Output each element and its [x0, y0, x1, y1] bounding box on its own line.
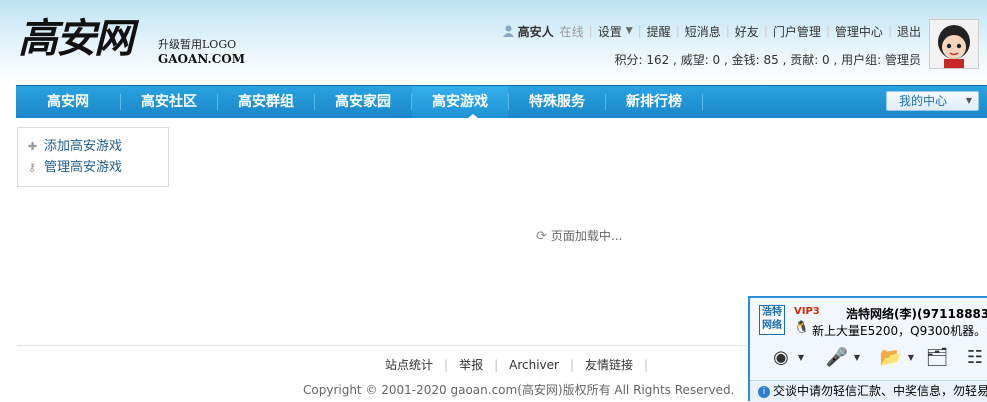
user-bar: 高安人 在线 | 设置 ▼ | 提醒 | 短消息 | 好友 | 门户管理 | 管…: [502, 22, 921, 40]
active-tab-indicator: [468, 114, 478, 118]
nav-divider: [702, 94, 703, 110]
footer-link-report[interactable]: 举报: [459, 356, 483, 373]
chevron-down-icon[interactable]: ▼: [626, 26, 633, 36]
video-call-icon[interactable]: ◉ ▼: [766, 346, 804, 370]
footer-link-friend-links[interactable]: 友情链接: [585, 356, 633, 373]
separator: |: [675, 24, 680, 38]
separator: |: [725, 24, 730, 38]
avatar-cartoon-icon: [930, 20, 978, 68]
footer-links: 站点统计 | 举报 | Archiver | 友情链接 |: [385, 356, 659, 373]
footer-link-stats[interactable]: 站点统计: [385, 356, 433, 373]
online-status[interactable]: 在线: [560, 23, 584, 40]
separator: |: [494, 357, 499, 372]
sidebar-item-label: 管理高安游戏: [44, 160, 123, 175]
logo-main-text: 高安网: [18, 15, 134, 62]
qq-chat-popup[interactable]: 浩特网络 VIP3 浩特网络(李)(97118883) 🐧 新上大量E5200，…: [748, 296, 987, 402]
chevron-down-icon[interactable]: ▼: [908, 346, 914, 370]
separator: |: [588, 24, 593, 38]
add-app-icon[interactable]: ☷: [960, 346, 987, 370]
separator: |: [763, 24, 768, 38]
main-nav: 高安网 高安社区 高安群组 高安家园 高安游戏 特殊服务 新排行榜: [16, 85, 987, 118]
separator: |: [644, 357, 649, 372]
footer-divider: [17, 345, 747, 346]
nav-item-rankings[interactable]: 新排行榜: [606, 86, 702, 118]
settings-link[interactable]: 设置: [598, 23, 622, 40]
my-center-dropdown[interactable]: 我的中心 ▼: [886, 91, 979, 111]
separator: |: [637, 24, 642, 38]
friends-link[interactable]: 好友: [735, 23, 759, 40]
chevron-down-icon[interactable]: ▼: [854, 346, 860, 370]
copyright-text: Copyright © 2001-2020 gaoan.com(高安网)版权所有…: [303, 383, 735, 397]
user-stats: 积分: 162 , 威望: 0 , 金钱: 85 , 贡献: 0 , 用户组: …: [614, 53, 921, 67]
key-icon: ⚷: [28, 161, 37, 174]
safety-notice: i 交谈中请勿轻信汇款、中奖信息，勿轻易: [750, 380, 987, 402]
sidebar-item-manage-games[interactable]: ⚷ 管理高安游戏: [28, 158, 122, 178]
portal-admin-link[interactable]: 门户管理: [773, 23, 821, 40]
nav-item-home-space[interactable]: 高安家园: [315, 86, 411, 118]
chevron-down-icon[interactable]: ▼: [798, 346, 804, 370]
username-link[interactable]: 高安人: [518, 23, 554, 40]
footer-link-archiver[interactable]: Archiver: [509, 358, 559, 372]
info-icon: i: [758, 385, 770, 398]
logo-domain-text: GAOAN.COM: [158, 52, 245, 66]
separator: |: [444, 357, 449, 372]
separator: |: [825, 24, 830, 38]
sidebar-item-add-game[interactable]: ✚ 添加高安游戏: [28, 137, 122, 157]
contact-name[interactable]: 浩特网络(李)(97118883): [846, 305, 987, 322]
contact-signature: 新上大量E5200，Q9300机器。湖: [812, 324, 987, 338]
microphone-icon[interactable]: 🎤 ▼: [822, 346, 860, 370]
plus-icon: ✚: [28, 140, 38, 153]
admin-center-link[interactable]: 管理中心: [835, 23, 883, 40]
qq-penguin-icon: 🐧: [794, 320, 809, 334]
messages-link[interactable]: 短消息: [685, 23, 721, 40]
folder-share-icon[interactable]: 🗂: [922, 346, 952, 370]
logout-link[interactable]: 退出: [897, 23, 921, 40]
site-header: 高安网 升级暂用LOGO GAOAN.COM 高安人 在线 | 设置 ▼ | 提…: [0, 0, 987, 84]
nav-item-groups[interactable]: 高安群组: [218, 86, 314, 118]
chevron-down-icon: ▼: [965, 96, 972, 105]
site-logo[interactable]: 高安网 升级暂用LOGO GAOAN.COM: [18, 14, 248, 72]
vip-badge: VIP3: [794, 306, 820, 317]
nav-item-home[interactable]: 高安网: [16, 86, 120, 118]
brand-logo: 浩特网络: [759, 305, 785, 335]
reminder-link[interactable]: 提醒: [647, 23, 671, 40]
separator: |: [569, 357, 575, 372]
sidebar-item-label: 添加高安游戏: [44, 139, 123, 154]
notice-text: 交谈中请勿轻信汇款、中奖信息，勿轻易: [773, 384, 987, 398]
logo-sub-text: 升级暂用LOGO: [158, 38, 237, 51]
refresh-icon: ⟳: [536, 229, 547, 244]
user-icon: [502, 25, 514, 37]
chat-toolbar: ◉ ▼ 🎤 ▼ 📂 ▼ 🗂 ☷: [756, 342, 987, 376]
separator: |: [887, 24, 892, 38]
nav-item-community[interactable]: 高安社区: [121, 86, 217, 118]
nav-item-special-services[interactable]: 特殊服务: [509, 86, 605, 118]
game-actions-box: ✚ 添加高安游戏 ⚷ 管理高安游戏: [17, 127, 169, 187]
nav-item-games[interactable]: 高安游戏: [412, 86, 508, 118]
my-center-label: 我的中心: [899, 94, 948, 108]
avatar[interactable]: [929, 19, 979, 69]
loading-text: 页面加载中...: [550, 229, 623, 243]
send-file-icon[interactable]: 📂 ▼: [876, 346, 914, 370]
loading-indicator: ⟳ 页面加载中...: [536, 227, 622, 244]
